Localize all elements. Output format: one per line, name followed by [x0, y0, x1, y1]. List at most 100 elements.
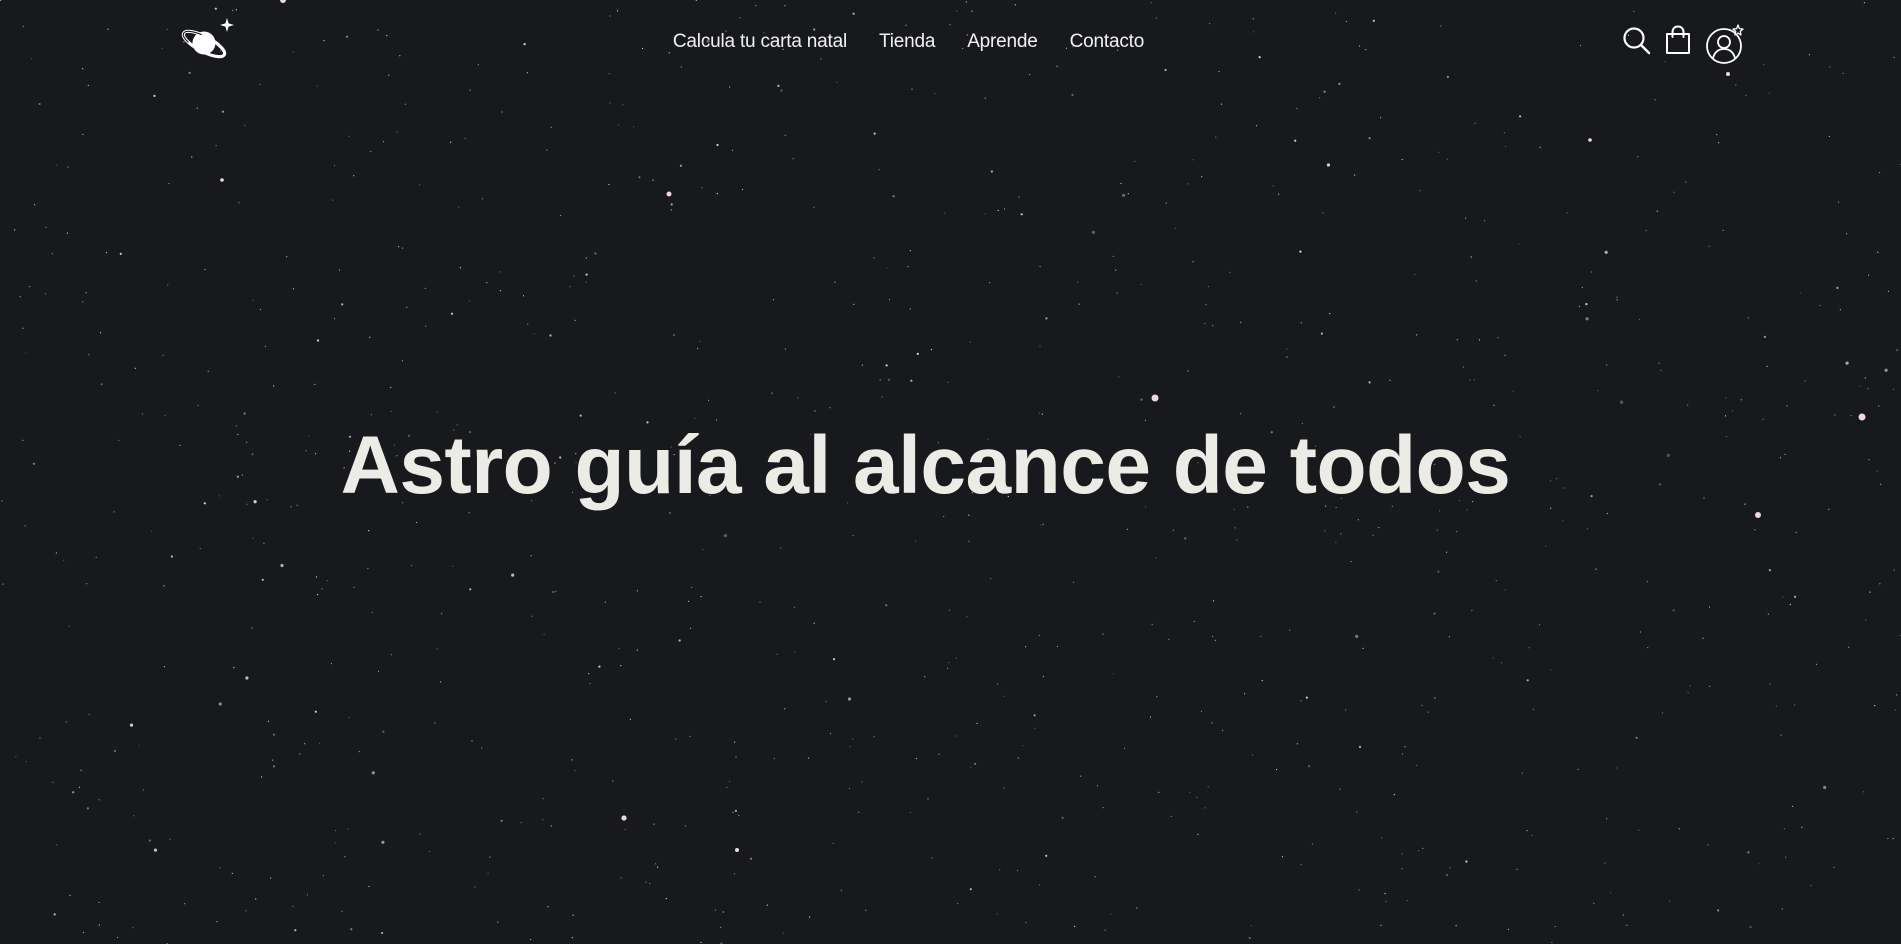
star — [1504, 354, 1506, 356]
nav-link-aprende[interactable]: Aprende — [967, 31, 1038, 53]
star — [1091, 230, 1095, 234]
star — [1222, 729, 1224, 732]
star — [689, 735, 691, 738]
star — [19, 296, 21, 298]
star — [170, 555, 173, 558]
star — [969, 341, 971, 343]
star — [1305, 696, 1308, 699]
star — [1096, 785, 1098, 787]
nav-link-carta-natal[interactable]: Calcula tu carta natal — [673, 31, 847, 53]
star — [299, 753, 301, 755]
nav-link-tienda[interactable]: Tienda — [879, 31, 935, 53]
star — [741, 188, 744, 191]
star — [814, 410, 816, 412]
star — [1239, 413, 1242, 415]
star — [947, 381, 949, 383]
star — [1747, 317, 1749, 319]
star — [1172, 529, 1174, 531]
star — [1207, 786, 1209, 788]
star — [1493, 404, 1495, 406]
star — [848, 787, 851, 790]
star — [1716, 134, 1718, 136]
star — [1678, 828, 1680, 830]
star — [1272, 185, 1274, 187]
star — [1300, 322, 1302, 324]
star — [1639, 631, 1641, 633]
star — [1039, 345, 1041, 347]
star — [1251, 754, 1254, 756]
star — [573, 275, 575, 277]
star — [1470, 256, 1472, 258]
star — [1416, 334, 1418, 336]
star — [1016, 870, 1019, 872]
site-logo[interactable] — [180, 16, 234, 64]
star — [1018, 196, 1020, 198]
star — [832, 842, 834, 845]
hero-title: Astro guía al alcance de todos — [340, 420, 1511, 511]
star — [1422, 847, 1424, 849]
star — [1658, 362, 1660, 364]
star — [148, 839, 151, 842]
star — [694, 417, 696, 419]
star — [238, 202, 240, 204]
nav-link-contacto[interactable]: Contacto — [1070, 31, 1145, 53]
star — [520, 822, 522, 824]
star — [1469, 379, 1471, 381]
star — [716, 143, 719, 147]
star — [113, 749, 116, 753]
star — [1345, 709, 1347, 711]
star — [377, 670, 380, 672]
star — [1320, 332, 1323, 335]
star — [1362, 647, 1364, 650]
star — [1501, 662, 1503, 664]
star — [29, 286, 31, 288]
star — [184, 903, 186, 905]
star — [840, 889, 842, 891]
star — [1597, 390, 1599, 392]
star — [1503, 132, 1505, 134]
star — [341, 910, 343, 912]
star — [1780, 734, 1782, 736]
cart-button[interactable] — [1664, 25, 1692, 55]
search-button[interactable] — [1622, 26, 1652, 56]
star — [990, 170, 994, 173]
star — [571, 759, 573, 761]
star — [370, 414, 372, 416]
star — [1446, 158, 1448, 160]
star — [1378, 527, 1380, 529]
star — [784, 134, 786, 136]
star — [1656, 210, 1658, 212]
star — [1401, 158, 1403, 161]
star — [163, 585, 165, 587]
star — [1620, 400, 1624, 404]
star — [474, 886, 476, 888]
main-nav: Calcula tu carta natal Tienda Aprende Co… — [0, 31, 1901, 53]
star — [434, 722, 436, 724]
star — [1578, 305, 1580, 307]
star — [948, 661, 950, 664]
star — [1061, 816, 1064, 820]
star — [669, 512, 671, 514]
star — [1211, 722, 1213, 724]
star — [14, 229, 16, 231]
star — [1401, 753, 1404, 755]
star — [1116, 292, 1118, 294]
star — [38, 102, 41, 106]
star — [1884, 368, 1888, 372]
account-button[interactable] — [1706, 24, 1746, 64]
star — [1358, 889, 1360, 891]
star — [1833, 866, 1835, 869]
star — [1072, 581, 1075, 584]
star — [1767, 613, 1769, 615]
star — [1234, 527, 1236, 529]
star — [450, 312, 454, 315]
star — [1358, 745, 1362, 749]
star — [1102, 633, 1104, 635]
star — [1792, 805, 1794, 807]
star — [1793, 704, 1796, 706]
star — [261, 578, 264, 581]
star — [1893, 569, 1895, 571]
star — [1635, 736, 1638, 739]
star — [1551, 941, 1553, 944]
star — [1136, 907, 1138, 909]
